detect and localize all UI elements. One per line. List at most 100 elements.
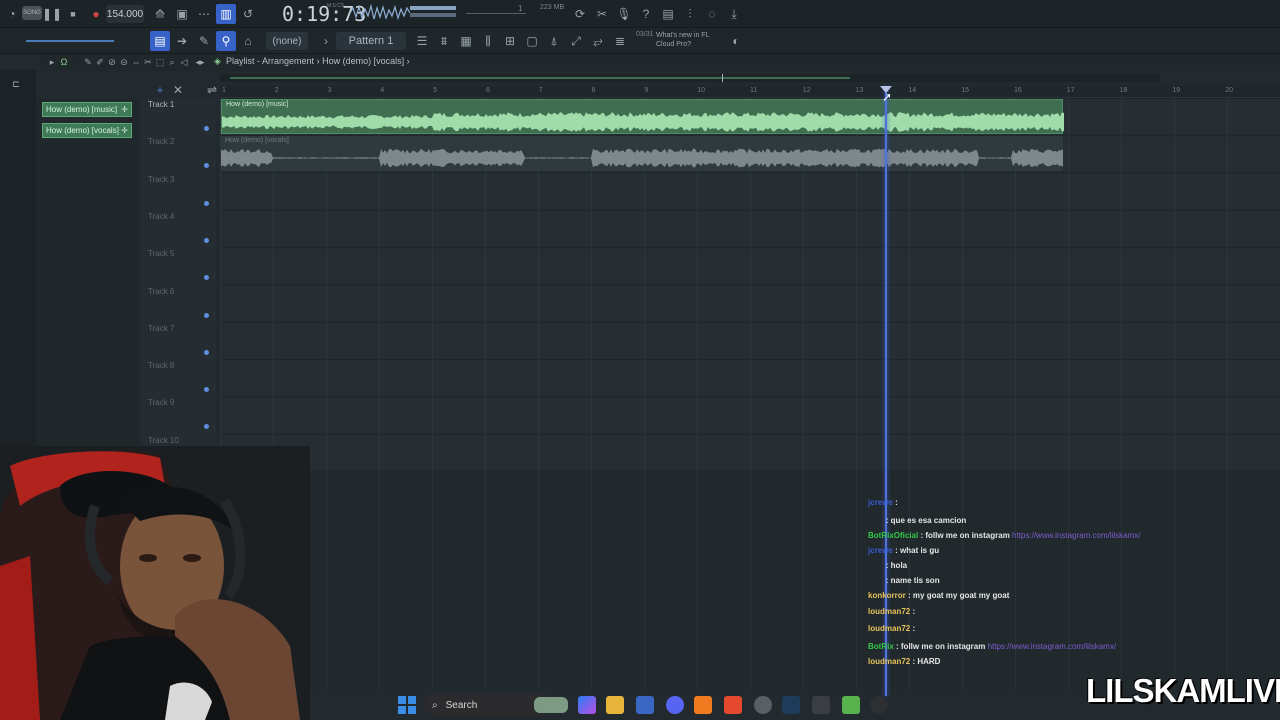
chat-message: jcrewe : xyxy=(868,498,898,507)
mixer-icon[interactable]: ⫶ xyxy=(680,4,700,24)
song-mode-toggle[interactable]: SONG xyxy=(22,6,42,20)
picker-clip-music-label: How (demo) [music] xyxy=(46,105,118,114)
app-icon[interactable] xyxy=(812,696,830,714)
save-icon[interactable]: ▤ xyxy=(658,4,678,24)
brush-icon[interactable]: ✎ xyxy=(194,31,214,51)
discord-icon[interactable] xyxy=(666,696,684,714)
magnet-icon[interactable]: ⌂ xyxy=(238,31,258,51)
track-header-label[interactable]: Track 7 xyxy=(148,324,174,333)
marker-icon[interactable]: ⇌ xyxy=(202,80,222,100)
playlist-icon-small: ◈ xyxy=(214,56,221,66)
help-icon[interactable]: ? xyxy=(636,4,656,24)
touch-keyboard-icon[interactable]: ⤢ xyxy=(566,31,586,51)
track-mute-indicator[interactable] xyxy=(204,237,209,243)
arrow-right-icon[interactable]: ➔ xyxy=(172,31,192,51)
obs-icon[interactable] xyxy=(754,696,772,714)
chat-link[interactable]: https://www.instagram.com/lilskamx/ xyxy=(1012,531,1140,540)
track-header-label[interactable]: Track 6 xyxy=(148,287,174,296)
add-track-icon[interactable]: + xyxy=(150,80,170,100)
track-mute-indicator[interactable] xyxy=(204,312,209,318)
chat-separator: : xyxy=(910,624,916,633)
refresh-icon[interactable]: ⟳ xyxy=(570,4,590,24)
browser-icon[interactable]: ⊞ xyxy=(500,31,520,51)
snap-select[interactable]: (none) xyxy=(266,32,308,50)
overview-scrollbar[interactable] xyxy=(220,74,1160,82)
track-header-label[interactable]: Track 4 xyxy=(148,212,174,221)
ruler-bar-number: 6 xyxy=(486,87,490,94)
countdown-icon[interactable]: ⋯ xyxy=(194,4,214,24)
track-mute-indicator[interactable] xyxy=(204,126,209,131)
fl-studio-icon[interactable] xyxy=(694,696,712,714)
zoom-slider[interactable] xyxy=(26,40,114,42)
track-header-label[interactable]: Track 1 xyxy=(148,100,174,109)
main-toolbar: ◔ SONG ❚❚ ■ ● 154.000 ⟰ ▣ ⋯ ▥ ↺ 0:19:73 … xyxy=(0,0,1280,28)
copilot-icon[interactable] xyxy=(578,696,596,714)
project-browser-icon[interactable]: ⥂ xyxy=(588,31,608,51)
playlist-icon[interactable]: ⩩ xyxy=(434,31,454,51)
chat-message: : que es esa camcion xyxy=(868,516,966,525)
windows-start-icon[interactable] xyxy=(398,696,416,714)
capture-4k-icon[interactable] xyxy=(870,696,888,714)
remove-icon[interactable]: ✕ xyxy=(168,80,188,100)
chat-separator: : xyxy=(892,498,898,507)
windows-start-tile xyxy=(408,706,416,714)
track-mute-indicator[interactable] xyxy=(204,349,209,355)
piano-roll-icon[interactable]: ▤ xyxy=(150,31,170,51)
loop-record-icon[interactable]: ↺ xyxy=(238,4,258,24)
ruler-bar-number: 11 xyxy=(750,87,758,94)
plugin-database-icon[interactable]: ▢ xyxy=(522,31,542,51)
cut-icon[interactable]: ✂ xyxy=(592,4,612,24)
chat-text: HARD xyxy=(917,657,941,666)
wait-record-icon[interactable]: ▣ xyxy=(172,4,192,24)
file-explorer-icon[interactable] xyxy=(606,696,624,714)
mixer-faders-icon[interactable]: ⫼ xyxy=(478,31,498,51)
track-header-label[interactable]: Track 2 xyxy=(148,137,174,146)
chat-bubble-icon[interactable]: ◌ xyxy=(702,4,722,24)
link-icon[interactable]: ⚲ xyxy=(216,31,236,51)
store-icon[interactable] xyxy=(636,696,654,714)
audio-clip-vocals[interactable]: How (demo) [vocals] xyxy=(221,136,1063,171)
tempo-display[interactable]: 154.000 xyxy=(106,5,144,23)
brave-icon[interactable] xyxy=(724,696,742,714)
track-mute-indicator[interactable] xyxy=(204,200,209,206)
audio-clip-music[interactable]: How (demo) [music] xyxy=(221,99,1064,134)
steam-icon[interactable] xyxy=(782,696,800,714)
news-headline[interactable]: What's new in FL Cloud Pro? xyxy=(636,31,720,49)
chat-link[interactable]: https://www.instagram.com/lilskamx/ xyxy=(988,642,1116,651)
track-header-label[interactable]: Track 9 xyxy=(148,398,174,407)
news-globe-icon[interactable]: ◐ xyxy=(726,31,746,51)
microphone-icon[interactable]: 🎙 xyxy=(614,4,634,24)
channel-rack-icon[interactable]: ▦ xyxy=(456,31,476,51)
record-icon[interactable]: ● xyxy=(86,4,106,24)
track-header-label[interactable]: Track 8 xyxy=(148,361,174,370)
browser-folder-icon[interactable]: ⊏ xyxy=(6,74,26,94)
scroll-arrows-icon[interactable]: ◂▸ xyxy=(190,52,210,72)
metronome-icon[interactable]: ⟰ xyxy=(150,4,170,24)
track-header-label[interactable]: Track 10 xyxy=(148,436,179,445)
menu-icon[interactable]: ≣ xyxy=(610,31,630,51)
streaming-app-icon[interactable] xyxy=(842,696,860,714)
pattern-select[interactable]: Pattern 1 xyxy=(336,32,406,50)
windows-start-tile xyxy=(398,696,406,704)
master-volume-slider[interactable] xyxy=(466,13,526,14)
magnet-snap-icon[interactable]: Ω xyxy=(54,52,74,72)
pattern-arrow-icon[interactable]: › xyxy=(316,31,336,51)
picker-clip-vocals[interactable]: How (demo) [vocals] ✛ xyxy=(42,123,132,138)
ruler-bar-number: 14 xyxy=(908,87,917,94)
tempo-value: 154.000 xyxy=(106,8,144,20)
blend-notes-icon[interactable]: ▥ xyxy=(216,4,236,24)
track-header-label[interactable]: Track 3 xyxy=(148,175,174,184)
plugin-picker-icon[interactable]: ⍋ xyxy=(544,31,564,51)
breadcrumb-file[interactable]: How (demo) [vocals] xyxy=(322,56,404,66)
stop-icon[interactable]: ■ xyxy=(63,4,83,24)
step-sequencer-icon[interactable]: ☰ xyxy=(412,31,432,51)
download-icon[interactable]: ⤓ xyxy=(724,4,744,24)
track-header-label[interactable]: Track 5 xyxy=(148,249,174,258)
pause-icon[interactable]: ❚❚ xyxy=(42,4,62,24)
master-waveform xyxy=(350,4,410,21)
ruler-bar-number: 16 xyxy=(1014,87,1022,94)
taskbar-search-box[interactable]: ⌕ Search xyxy=(424,694,568,716)
chat-username: BotRixOficial xyxy=(868,531,919,540)
fl-menu-icon[interactable]: ◔ xyxy=(2,4,22,24)
picker-clip-music[interactable]: How (demo) [music] ✛ xyxy=(42,102,132,117)
